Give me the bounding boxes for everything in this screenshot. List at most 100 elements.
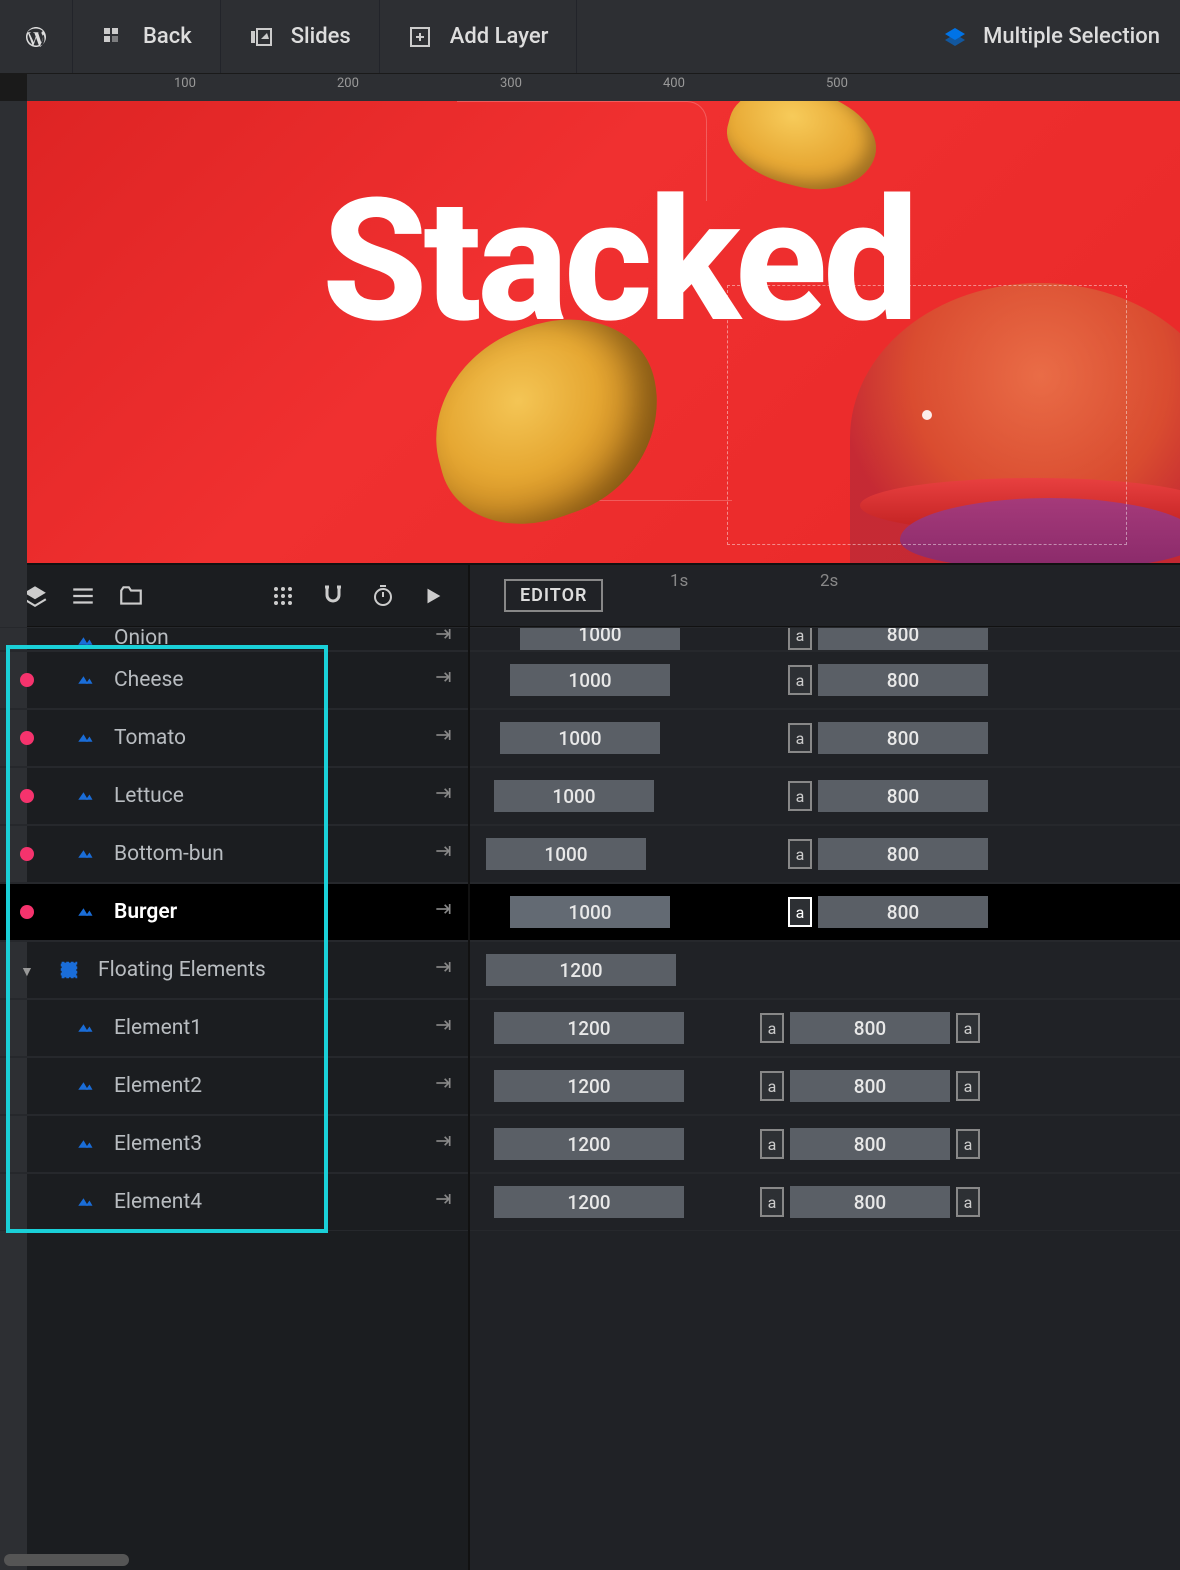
magnet-icon[interactable] [318,581,348,611]
back-button[interactable]: Back [73,0,221,73]
timeline-row[interactable]: 1000 a800 [470,767,1180,825]
image-icon [72,729,100,747]
animation-a-tag[interactable]: a [760,1013,784,1043]
animation-a-tag[interactable]: a [788,839,812,869]
multiple-selection-button[interactable]: Multiple Selection [923,24,1180,49]
horizontal-scrollbar[interactable] [4,1554,129,1566]
animation-bar[interactable]: 800 [818,627,988,650]
folder-view-icon[interactable] [116,581,146,611]
timeline-row[interactable]: 1200 a800a [470,1115,1180,1173]
animation-bar[interactable]: 1200 [494,1070,684,1102]
animation-bar[interactable]: 800 [818,722,988,754]
timeline-area: EDITOR 1s 2s 1000a8001000a8001000a800100… [470,565,1180,1570]
goto-end-icon[interactable] [430,627,456,650]
timer-icon[interactable] [368,581,398,611]
list-view-icon[interactable] [68,581,98,611]
layers-panel-header [0,565,468,627]
editor-mode-button[interactable]: EDITOR [504,579,603,612]
wordpress-icon [24,25,48,49]
animation-bar[interactable]: 1200 [494,1186,684,1218]
image-icon [72,671,100,689]
add-layer-button[interactable]: Add Layer [380,0,578,73]
animation-a-tag[interactable]: a [760,1187,784,1217]
timeline-row[interactable]: 1000 a800 [470,709,1180,767]
snap-grid-icon[interactable] [268,581,298,611]
animation-a-tag[interactable]: a [788,897,812,927]
timeline-row[interactable]: 1200 [470,941,1180,999]
animation-bar[interactable]: 1000 [500,722,660,754]
timeline-row[interactable]: 1200 a800a [470,999,1180,1057]
animation-a-tag[interactable]: a [956,1013,980,1043]
goto-end-icon[interactable] [430,725,456,751]
goto-end-icon[interactable] [430,1189,456,1215]
timeline-rows: 1000a8001000a8001000a8001000a8001000a800… [470,627,1180,1231]
animation-bar[interactable]: 1200 [494,1012,684,1044]
wordpress-logo-button[interactable] [0,0,73,73]
goto-end-icon[interactable] [430,957,456,983]
animation-a-tag[interactable]: a [788,665,812,695]
chevron-down-icon[interactable]: ▼ [20,964,34,980]
layer-row-element4[interactable]: Element4 [0,1173,468,1231]
timeline-panel: OnionCheeseTomatoLettuce Bottom-bun Burger… [0,563,1180,1570]
selection-handle[interactable] [922,410,932,420]
timeline-row[interactable]: 1200 a800a [470,1057,1180,1115]
layer-row-lettuce[interactable]: Lettuce [0,767,468,825]
layer-label: Bottom-bun [114,842,224,866]
goto-end-icon[interactable] [430,783,456,809]
play-icon[interactable] [418,581,448,611]
animation-a-tag[interactable]: a [788,781,812,811]
goto-end-icon[interactable] [430,899,456,925]
animation-bar[interactable]: 800 [790,1186,950,1218]
animation-a-tag[interactable]: a [956,1129,980,1159]
animation-a-tag[interactable]: a [760,1071,784,1101]
image-icon [72,903,100,921]
animation-bar[interactable]: 1000 [486,838,646,870]
add-layer-icon [408,25,432,49]
goto-end-icon[interactable] [430,1131,456,1157]
animation-a-tag[interactable]: a [760,1129,784,1159]
layer-row-element2[interactable]: Element2 [0,1057,468,1115]
animation-bar[interactable]: 800 [790,1070,950,1102]
animation-bar[interactable]: 800 [818,838,988,870]
timeline-row[interactable]: 1000 a 800 [470,627,1180,651]
goto-end-icon[interactable] [430,1073,456,1099]
layer-row-burger[interactable]: Burger [0,883,468,941]
layer-row-floating-elements[interactable]: ▼AFloating Elements [0,941,468,999]
layer-label: Element4 [114,1190,202,1214]
layer-row-element3[interactable]: Element3 [0,1115,468,1173]
animation-bar[interactable]: 800 [818,780,988,812]
animation-bar[interactable]: 800 [790,1128,950,1160]
animation-bar[interactable]: 1200 [494,1128,684,1160]
animation-a-tag[interactable]: a [788,723,812,753]
slide-canvas[interactable]: Stacked [27,101,1180,563]
timeline-row[interactable]: 1000 a800 [470,825,1180,883]
animation-a-tag[interactable]: a [956,1187,980,1217]
animation-a-tag[interactable]: a [788,627,812,650]
animation-bar[interactable]: 1000 [520,627,680,650]
animation-bar[interactable]: 1000 [510,664,670,696]
goto-end-icon[interactable] [430,841,456,867]
animation-bar[interactable]: 800 [818,664,988,696]
layer-row-cheese[interactable]: Cheese [0,651,468,709]
animation-bar[interactable]: 1000 [510,896,670,928]
animation-bar[interactable]: 1200 [486,954,676,986]
selection-dot [20,673,34,687]
selection-box[interactable] [727,285,1127,545]
timeline-row[interactable]: 1000 a800 [470,883,1180,941]
timeline-row[interactable]: 1000 a800 [470,651,1180,709]
timeline-row[interactable]: 1200 a800a [470,1173,1180,1231]
layer-row-bottom-bun[interactable]: Bottom-bun [0,825,468,883]
animation-a-tag[interactable]: a [956,1071,980,1101]
selection-dot [20,731,34,745]
layer-row-element1[interactable]: Element1 [0,999,468,1057]
layer-row-onion[interactable]: Onion [0,627,468,651]
goto-end-icon[interactable] [430,1015,456,1041]
slides-button[interactable]: Slides [221,0,380,73]
animation-bar[interactable]: 1000 [494,780,654,812]
animation-bar[interactable]: 800 [790,1012,950,1044]
slides-label: Slides [291,24,351,49]
animation-bar[interactable]: 800 [818,896,988,928]
slides-icon [249,25,273,49]
layer-row-tomato[interactable]: Tomato [0,709,468,767]
goto-end-icon[interactable] [430,667,456,693]
